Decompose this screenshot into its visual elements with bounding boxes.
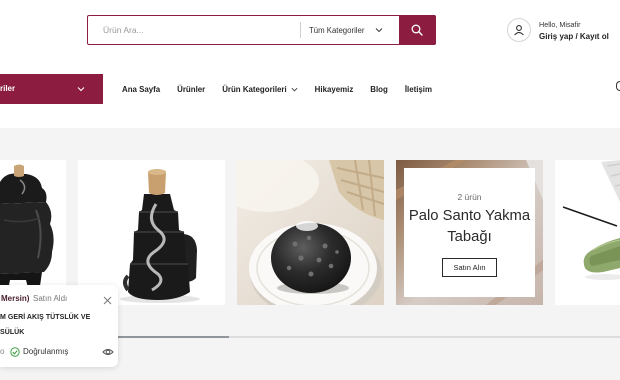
chevron-down-icon <box>291 86 298 93</box>
search-bar: Tüm Kategoriler <box>87 15 436 45</box>
notification-product-name-line[interactable]: SÜLÜK <box>0 328 24 338</box>
category-promo-card[interactable]: 2 ürün Palo Santo Yakma Tabağı Satın Alı… <box>396 160 543 305</box>
chevron-down-icon <box>77 85 85 93</box>
product-image <box>237 160 384 305</box>
search-button[interactable] <box>399 15 435 45</box>
product-card[interactable] <box>0 160 66 305</box>
view-product-button[interactable] <box>102 347 114 357</box>
search-input[interactable] <box>88 16 299 44</box>
promo-product-count: 2 ürün <box>457 192 482 202</box>
search-icon <box>411 24 423 36</box>
nav-item-iletisim[interactable]: İletişim <box>405 85 432 94</box>
nav-item-ana-sayfa[interactable]: Ana Sayfa <box>122 85 160 94</box>
search-divider <box>300 22 301 38</box>
nav-item-label: Blog <box>370 84 388 94</box>
product-image <box>0 160 66 305</box>
nav-item-label: Ana Sayfa <box>122 84 161 94</box>
promo-overlay: 2 ürün Palo Santo Yakma Tabağı Satın Alı… <box>404 168 535 297</box>
user-icon[interactable] <box>507 18 531 42</box>
purchase-notification: Mersin) Satın Aldı M GERİ AKIŞ TÜTSLÜK V… <box>0 285 118 367</box>
nav-item-label: İletişim <box>404 84 433 94</box>
nav-item-label: Ürün Kategorileri <box>222 84 287 94</box>
close-icon <box>103 296 112 305</box>
page: Tüm Kategoriler Hello, Misafir Giriş yap… <box>0 0 620 380</box>
shop-now-label: Satın Alın <box>453 263 486 272</box>
nav-item-label: Hikayemiz <box>314 84 354 94</box>
nav-item-blog[interactable]: Blog <box>370 85 388 94</box>
shop-now-button[interactable]: Satın Alın <box>442 258 497 277</box>
nav-item-label: Ürünler <box>177 84 206 94</box>
nav-item-urun-kategorileri[interactable]: Ürün Kategorileri <box>222 84 298 94</box>
product-card[interactable] <box>78 160 225 305</box>
notification-time: o <box>0 347 5 356</box>
close-button[interactable] <box>102 295 113 306</box>
purchase-action: Satın Aldı <box>33 294 68 303</box>
category-select-label: Tüm Kategoriler <box>309 25 365 35</box>
product-card[interactable] <box>555 160 620 305</box>
promo-title: Palo Santo Yakma Tabağı <box>408 208 531 245</box>
nav-item-hikayemiz[interactable]: Hikayemiz <box>315 85 354 94</box>
notification-product-name-line[interactable]: M GERİ AKIŞ TÜTSLÜK VE <box>0 313 90 323</box>
buyer-location: Mersin) <box>1 294 30 303</box>
main-nav: Ana Sayfa Ürünler Ürün Kategorileri Hika… <box>122 74 432 104</box>
product-card[interactable] <box>237 160 384 305</box>
account-greeting: Hello, Misafir <box>539 20 581 29</box>
check-circle-icon <box>10 347 20 357</box>
product-image <box>555 160 620 305</box>
chevron-down-icon <box>375 26 383 34</box>
nav-item-urunler[interactable]: Ürünler <box>177 85 205 94</box>
eye-icon <box>102 347 114 357</box>
partial-header-icon[interactable] <box>616 81 620 91</box>
categories-menu-button[interactable]: riler <box>0 74 103 104</box>
verified-label: Doğrulanmış <box>23 347 69 356</box>
category-select[interactable]: Tüm Kategoriler <box>309 16 383 44</box>
login-register-link[interactable]: Giriş yap / Kayıt ol <box>539 32 609 42</box>
product-image <box>78 160 225 305</box>
categories-menu-label: riler <box>0 84 16 93</box>
